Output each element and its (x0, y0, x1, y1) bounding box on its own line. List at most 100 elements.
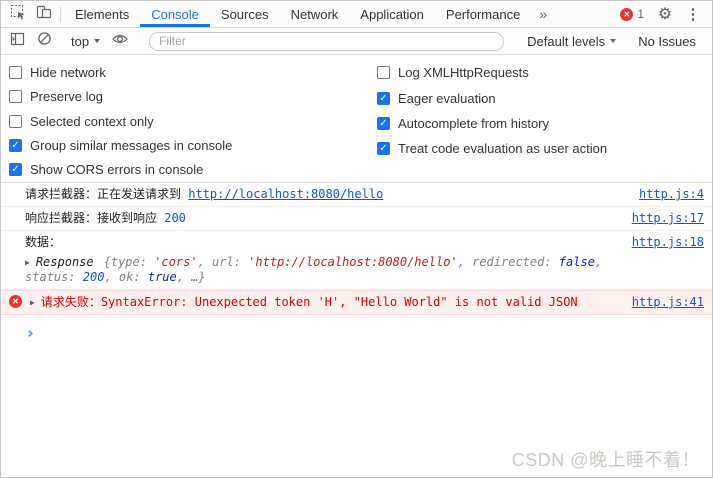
message-text: 数据： (25, 235, 61, 249)
console-log-row: 请求拦截器：正在发送请求到 http://localhost:8080/hell… (1, 183, 712, 207)
checkbox-label: Show CORS errors in console (30, 162, 203, 177)
console-error-row: ✕ ▶ 请求失败：SyntaxError: Unexpected token 'H'… (1, 290, 712, 315)
tab-performance[interactable]: Performance (435, 1, 531, 27)
checkbox-selected-context-only[interactable]: Selected context only (9, 109, 377, 133)
checkbox-show-cors-errors-in-console[interactable]: ✓ Show CORS errors in console (9, 158, 377, 182)
error-count-badge[interactable]: ✕ 1 (614, 7, 650, 21)
inspect-element-button[interactable] (5, 1, 31, 27)
checkbox-label: Selected context only (30, 114, 154, 129)
expand-arrow-icon[interactable]: ▶ (30, 295, 35, 310)
chevron-down-icon (610, 39, 616, 43)
filter-input[interactable] (149, 32, 504, 51)
checkbox-checked-icon[interactable]: ✓ (9, 139, 22, 152)
message-content: 请求拦截器：正在发送请求到 http://localhost:8080/hell… (25, 187, 627, 202)
checkbox-checked-icon[interactable]: ✓ (377, 117, 390, 130)
error-count: 1 (637, 7, 644, 21)
log-levels-dropdown[interactable]: Default levels (520, 34, 623, 49)
kebab-menu-icon: ⋮ (686, 5, 701, 23)
message-link[interactable]: http://localhost:8080/hello (188, 187, 383, 201)
checkbox-label: Preserve log (30, 89, 103, 104)
error-icon: ✕ (9, 295, 22, 308)
prompt-chevron-icon (26, 330, 33, 337)
checkbox-treat-code-evaluation-as-user-action[interactable]: ✓ Treat code evaluation as user action (377, 136, 607, 161)
eye-icon (112, 32, 128, 50)
message-text: 响应拦截器：接收到响应 (25, 211, 164, 225)
toolbar-divider (60, 6, 61, 22)
checkbox-label: Group similar messages in console (30, 138, 232, 153)
checkbox-log-xmlhttprequests[interactable]: Log XMLHttpRequests (377, 60, 607, 85)
source-link[interactable]: http.js:41 (632, 295, 704, 310)
settings-button[interactable]: ⚙ (652, 4, 678, 24)
object-preview-line: ▶ Response{type: 'cors', url: 'http://loc… (25, 255, 620, 285)
message-text: 'cors' (154, 255, 197, 269)
source-link[interactable]: http.js:18 (632, 235, 704, 250)
main-menu-button[interactable]: ⋮ (680, 5, 706, 23)
message-text: , redirected: (458, 255, 559, 269)
checkbox-preserve-log[interactable]: Preserve log (9, 84, 377, 108)
checkbox-unchecked-icon[interactable] (9, 115, 22, 128)
checkbox-label: Hide network (30, 65, 106, 80)
device-toolbar-button[interactable] (31, 1, 57, 27)
message-text: false (559, 255, 595, 269)
javascript-context-selector[interactable]: top (64, 34, 107, 49)
checkbox-unchecked-icon[interactable] (377, 66, 390, 79)
object-preview: {type: 'cors', url: 'http://localhost:80… (25, 255, 602, 284)
message-line: 数据： (25, 235, 620, 250)
message-text: {type: (104, 255, 155, 269)
message-text: 200 (83, 270, 105, 284)
issues-status[interactable]: No Issues (630, 34, 704, 49)
source-link[interactable]: http.js:4 (639, 187, 704, 202)
checkbox-hide-network[interactable]: Hide network (9, 60, 377, 84)
checkbox-label: Eager evaluation (398, 91, 496, 106)
devtools-window: ElementsConsoleSourcesNetworkApplication… (0, 0, 713, 478)
watermark: CSDN @晚上睡不着！ (512, 446, 700, 472)
checkbox-label: Autocomplete from history (398, 116, 549, 131)
object-name: Response (36, 255, 94, 269)
checkbox-checked-icon[interactable]: ✓ (9, 163, 22, 176)
checkbox-eager-evaluation[interactable]: ✓ Eager evaluation (377, 85, 607, 110)
tab-strip: ElementsConsoleSourcesNetworkApplication… (64, 1, 531, 27)
clear-console-button[interactable] (31, 31, 57, 51)
message-text: 请求失败：SyntaxError: Unexpected token 'H', … (41, 295, 578, 309)
checkbox-label: Log XMLHttpRequests (398, 65, 529, 80)
expand-arrow-icon[interactable]: ▶ (25, 255, 30, 270)
chevron-down-icon (94, 39, 100, 43)
context-label: top (71, 34, 89, 49)
tab-sources[interactable]: Sources (210, 1, 280, 27)
source-link[interactable]: http.js:17 (632, 211, 704, 226)
checkbox-unchecked-icon[interactable] (9, 90, 22, 103)
checkbox-checked-icon[interactable]: ✓ (377, 142, 390, 155)
tab-application[interactable]: Application (349, 1, 435, 27)
message-text: true (148, 270, 177, 284)
message-text: 请求拦截器：正在发送请求到 (25, 187, 188, 201)
message-text: 200 (164, 211, 186, 225)
message-content: ▶ 请求失败：SyntaxError: Unexpected token 'H',… (30, 295, 620, 310)
tab-console[interactable]: Console (140, 1, 210, 27)
inspect-cursor-icon (10, 4, 26, 25)
console-log-row: 数据： ▶ Response{type: 'cors', url: 'http://… (1, 231, 712, 290)
tab-elements[interactable]: Elements (64, 1, 140, 27)
tabbar-right-controls: ✕ 1 ⚙ ⋮ (614, 1, 706, 27)
checkbox-unchecked-icon[interactable] (9, 66, 22, 79)
more-tabs-button[interactable]: » (531, 1, 555, 27)
clear-console-icon (37, 31, 52, 51)
console-sidebar-icon (10, 32, 26, 51)
checkbox-autocomplete-from-history[interactable]: ✓ Autocomplete from history (377, 111, 607, 136)
console-settings-pane: Hide network Preserve log Selected context… (1, 55, 712, 183)
checkbox-checked-icon[interactable]: ✓ (377, 92, 390, 105)
device-toolbar-icon (36, 4, 52, 25)
message-content: 响应拦截器：接收到响应 200 (25, 211, 620, 226)
tab-network[interactable]: Network (280, 1, 350, 27)
live-expression-button[interactable] (107, 32, 133, 50)
message-content: 数据： ▶ Response{type: 'cors', url: 'http://… (25, 235, 620, 285)
checkbox-label: Treat code evaluation as user action (398, 141, 607, 156)
error-icon: ✕ (620, 8, 633, 21)
settings-column-right: Log XMLHttpRequests ✓ Eager evaluation ✓ Aut… (377, 60, 607, 182)
settings-column-left: Hide network Preserve log Selected context… (9, 60, 377, 182)
gear-icon: ⚙ (658, 4, 672, 24)
checkbox-group-similar-messages-in-console[interactable]: ✓ Group similar messages in console (9, 133, 377, 157)
console-messages: 请求拦截器：正在发送请求到 http://localhost:8080/hell… (1, 183, 712, 315)
console-sidebar-button[interactable] (5, 32, 31, 51)
console-prompt[interactable] (1, 315, 712, 341)
message-text: , url: (198, 255, 249, 269)
